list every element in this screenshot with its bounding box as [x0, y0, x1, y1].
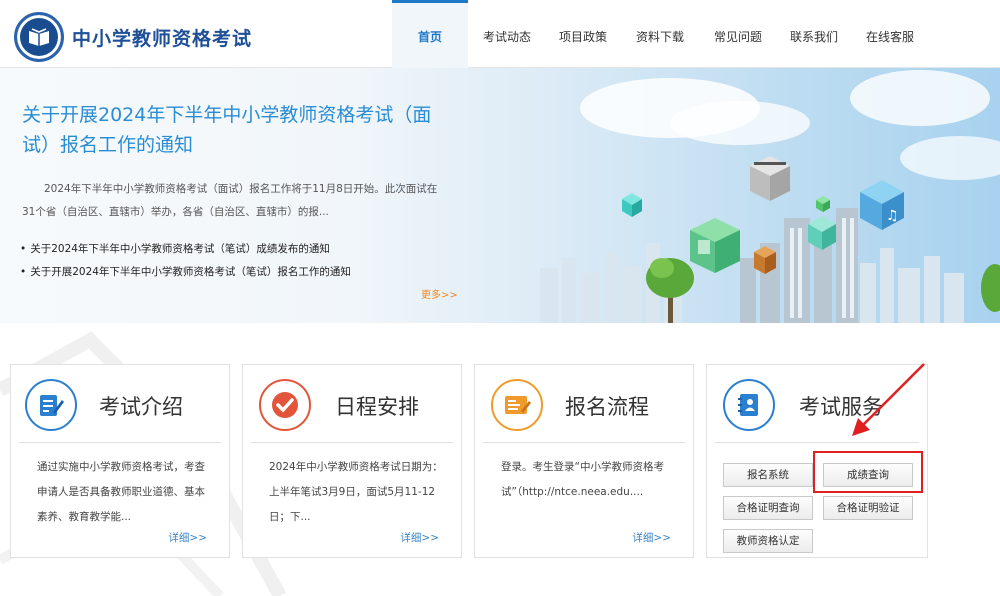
- card-header: 考试介绍: [19, 373, 221, 443]
- card-title[interactable]: 考试介绍: [99, 391, 183, 421]
- annotation-highlight-box: [813, 451, 923, 493]
- nav-exam-news[interactable]: 考试动态: [468, 0, 546, 68]
- card-detail-link[interactable]: 详细>>: [400, 530, 439, 545]
- contacts-book-icon: [723, 379, 775, 431]
- nav-faq[interactable]: 常见问题: [700, 0, 776, 68]
- certificate-query-button[interactable]: 合格证明查询: [723, 496, 813, 520]
- nav-home[interactable]: 首页: [392, 0, 468, 68]
- card-title[interactable]: 日程安排: [335, 391, 419, 421]
- news-list: 关于2024年下半年中小学教师资格考试（笔试）成绩发布的通知 关于开展2024年…: [20, 238, 351, 284]
- site-logo[interactable]: [14, 12, 64, 62]
- teacher-qualification-button[interactable]: 教师资格认定: [723, 529, 813, 553]
- nav-downloads[interactable]: 资料下载: [620, 0, 700, 68]
- site-title[interactable]: 中小学教师资格考试: [72, 24, 252, 51]
- nav-contact[interactable]: 联系我们: [776, 0, 852, 68]
- card-header: 日程安排: [251, 373, 453, 443]
- checkmark-icon: [259, 379, 311, 431]
- main-nav: 首页 考试动态 项目政策 资料下载 常见问题 联系我们 在线客服: [392, 0, 928, 68]
- document-edit-icon: [25, 379, 77, 431]
- card-description: 2024年中小学教师资格考试日期为：上半年笔试3月9日，面试5月11-12日；下…: [269, 461, 443, 523]
- nav-policy[interactable]: 项目政策: [546, 0, 620, 68]
- news-link[interactable]: 关于2024年下半年中小学教师资格考试（笔试）成绩发布的通知: [20, 238, 351, 261]
- card-description: 登录。考生登录“中小学教师资格考试”（http://ntce.neea.edu.…: [501, 461, 664, 498]
- card-description: 通过实施中小学教师资格考试，考查申请人是否具备教师职业道德、基本素养、教育教学能…: [37, 461, 205, 523]
- book-logo-icon: [29, 28, 49, 46]
- news-banner: ♫ 关于开展2024年下半年中小学教师资格考试（面试）报名工作的通知 2024年…: [0, 68, 1000, 323]
- card-schedule: 日程安排 2024年中小学教师资格考试日期为：上半年笔试3月9日，面试5月11-…: [242, 364, 462, 558]
- svg-text:♫: ♫: [886, 208, 899, 224]
- certificate-verify-button[interactable]: 合格证明验证: [823, 496, 913, 520]
- site-header: 中小学教师资格考试 首页 考试动态 项目政策 资料下载 常见问题 联系我们 在线…: [0, 0, 1000, 68]
- card-detail-link[interactable]: 详细>>: [168, 530, 207, 545]
- card-header: 报名流程: [483, 373, 685, 443]
- card-exam-intro: 考试介绍 通过实施中小学教师资格考试，考查申请人是否具备教师职业道德、基本素养、…: [10, 364, 230, 558]
- more-news-link[interactable]: 更多>>: [421, 286, 458, 301]
- annotation-arrow-icon: [852, 363, 925, 436]
- news-link[interactable]: 关于开展2024年下半年中小学教师资格考试（笔试）报名工作的通知: [20, 261, 351, 284]
- edit-form-icon: [491, 379, 543, 431]
- city-cubes-illustration: ♫: [540, 70, 1000, 323]
- registration-system-button[interactable]: 报名系统: [723, 463, 813, 487]
- card-title[interactable]: 报名流程: [565, 391, 649, 421]
- headline-news-title[interactable]: 关于开展2024年下半年中小学教师资格考试（面试）报名工作的通知: [22, 100, 442, 160]
- headline-news-summary: 2024年下半年中小学教师资格考试（面试）报名工作将于11月8日开始。此次面试在…: [22, 183, 438, 218]
- card-detail-link[interactable]: 详细>>: [632, 530, 671, 545]
- nav-online-service[interactable]: 在线客服: [852, 0, 928, 68]
- card-registration-process: 报名流程 登录。考生登录“中小学教师资格考试”（http://ntce.neea…: [474, 364, 694, 558]
